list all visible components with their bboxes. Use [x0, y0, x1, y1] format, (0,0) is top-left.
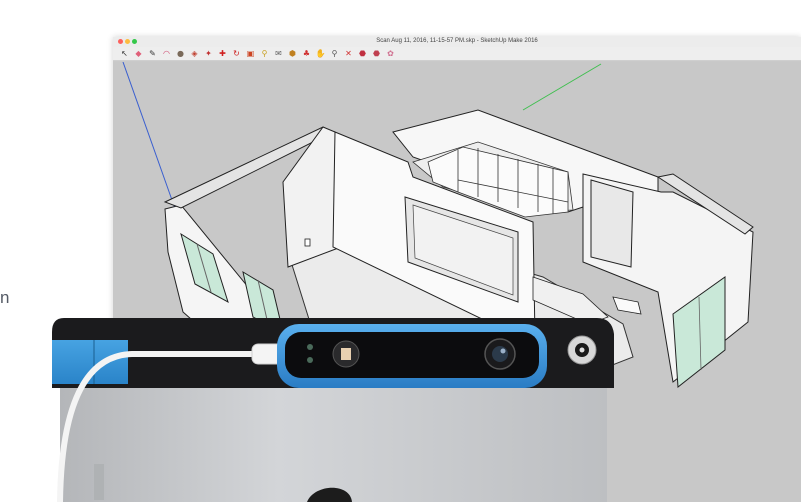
light-switch [304, 238, 311, 247]
doorway [590, 179, 634, 268]
page-side-text: n [0, 288, 10, 307]
warehouse-icon[interactable]: ⬣ [357, 48, 368, 59]
scale-tool-icon[interactable]: ▣ [245, 48, 256, 59]
green-axis [522, 63, 602, 111]
small-ledge [612, 296, 642, 315]
regulatory-text [94, 464, 104, 500]
tape-measure-icon[interactable]: ⚲ [259, 48, 270, 59]
status-led-top [307, 344, 313, 350]
orbit-tool-icon[interactable]: ♣ [301, 48, 312, 59]
toolbar: ↖ ◆ ✎ ◠ ● ◈ ✦ ✚ ↻ ▣ ⚲ ✉ ⬢ ♣ ✋ ⚲ ✕ ⬣ ⬣ ✿ [113, 47, 801, 61]
pencil-tool-icon[interactable]: ✎ [147, 48, 158, 59]
layout-icon[interactable]: ✿ [385, 48, 396, 59]
status-led-bottom [307, 357, 313, 363]
arc-tool-icon[interactable]: ◠ [161, 48, 172, 59]
text-tool-icon[interactable]: ✉ [273, 48, 284, 59]
pan-tool-icon[interactable]: ✋ [315, 48, 326, 59]
eraser-tool-icon[interactable]: ◆ [133, 48, 144, 59]
rotate-tool-icon[interactable]: ↻ [231, 48, 242, 59]
blue-axis [122, 62, 179, 218]
extension-icon[interactable]: ⬣ [371, 48, 382, 59]
paint-bucket-icon[interactable]: ⬢ [287, 48, 298, 59]
offset-tool-icon[interactable]: ✦ [203, 48, 214, 59]
move-tool-icon[interactable]: ✚ [217, 48, 228, 59]
window-title: Scan Aug 11, 2016, 11-15-57 PM.skp - Ske… [376, 38, 538, 44]
zoom-tool-icon[interactable]: ⚲ [329, 48, 340, 59]
select-tool-icon[interactable]: ↖ [119, 48, 130, 59]
ipad-with-structure-sensor [52, 316, 614, 502]
shape-tool-icon[interactable]: ● [175, 48, 186, 59]
push-pull-tool-icon[interactable]: ◈ [189, 48, 200, 59]
zoom-extents-icon[interactable]: ✕ [343, 48, 354, 59]
